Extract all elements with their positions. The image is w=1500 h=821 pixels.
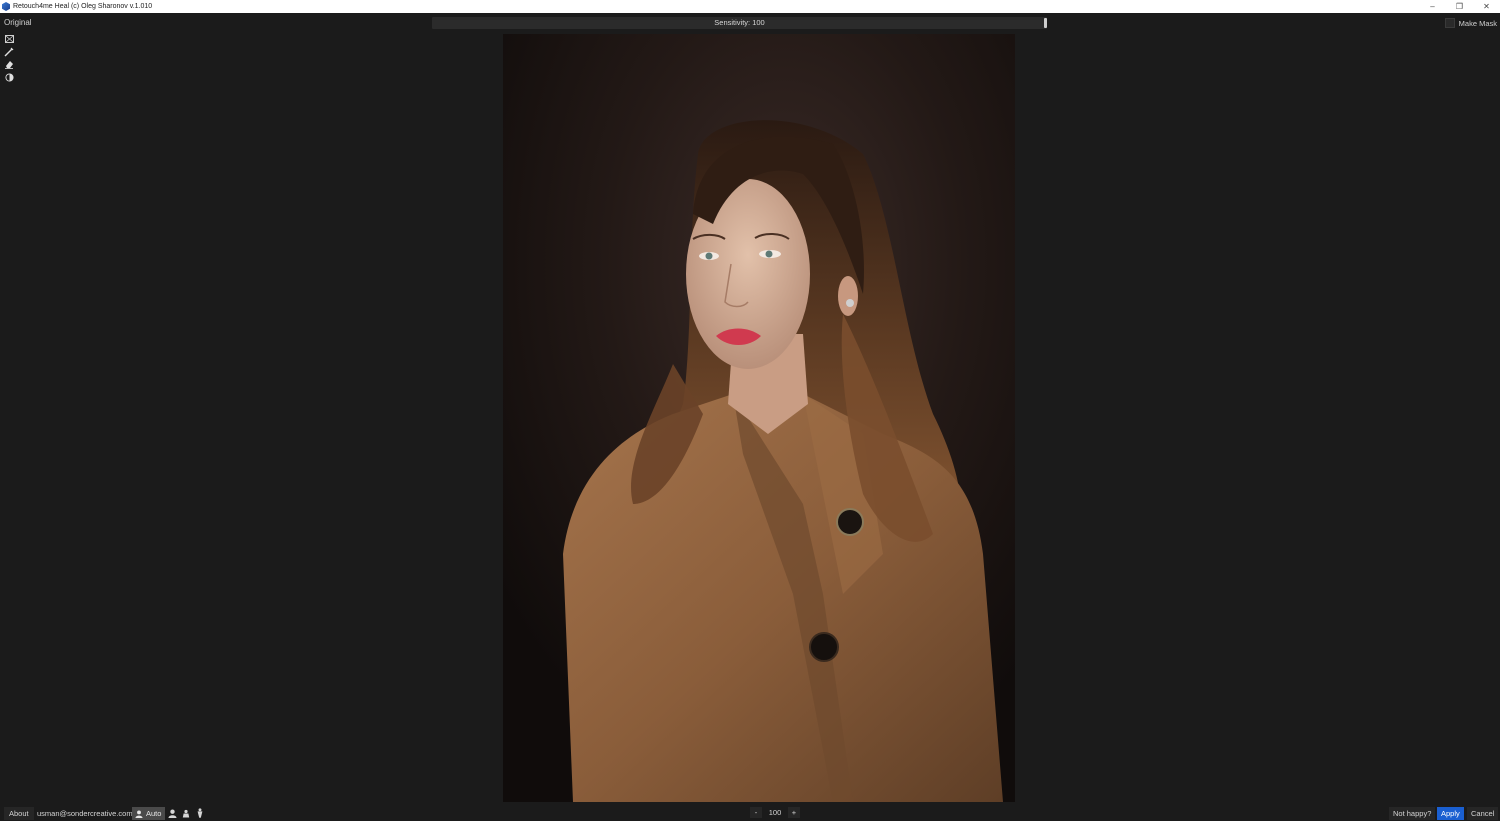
brush-icon[interactable] (4, 47, 14, 57)
zoom-out-button[interactable]: - (750, 807, 762, 818)
title-bar: Retouch4me Heal (c) Oleg Sharonov v.1.01… (0, 0, 1500, 13)
contrast-icon[interactable] (4, 72, 14, 82)
auto-mode-button[interactable]: Auto (132, 807, 166, 820)
make-mask-label: Make Mask (1458, 18, 1497, 28)
sensitivity-label: Sensitivity: 100 (714, 18, 765, 27)
zoom-control: - 100 + (750, 807, 800, 818)
tool-palette (4, 34, 16, 85)
window-title: Retouch4me Heal (c) Oleg Sharonov v.1.01… (13, 3, 153, 10)
close-button[interactable]: ✕ (1473, 0, 1500, 13)
make-mask-option[interactable]: Make Mask (1444, 18, 1497, 28)
half-body-mode-icon[interactable] (181, 808, 191, 818)
portrait-image (503, 34, 1015, 802)
not-happy-button[interactable]: Not happy? (1389, 807, 1436, 820)
zoom-value[interactable]: 100 (766, 808, 784, 817)
full-body-mode-icon[interactable] (195, 808, 205, 818)
zoom-in-button[interactable]: + (788, 807, 800, 818)
restore-button[interactable]: ❐ (1446, 0, 1473, 13)
app-logo-icon (2, 2, 10, 11)
original-toggle-button[interactable]: Original (4, 18, 32, 27)
bottom-bar: About usman@sondercreative.com Auto - 10… (0, 805, 1500, 821)
account-email: usman@sondercreative.com (37, 809, 133, 818)
eraser-icon[interactable] (4, 59, 14, 70)
minimize-button[interactable]: – (1419, 0, 1446, 13)
make-mask-checkbox[interactable] (1444, 18, 1455, 28)
sensitivity-slider[interactable]: Sensitivity: 100 (432, 17, 1047, 29)
portrait-mode-icon[interactable] (167, 808, 177, 818)
compare-icon[interactable] (4, 34, 14, 44)
about-button[interactable]: About (4, 807, 34, 820)
cancel-button[interactable]: Cancel (1467, 807, 1499, 820)
photo-canvas[interactable] (503, 34, 1015, 802)
person-icon (135, 809, 143, 818)
sensitivity-slider-handle[interactable] (1044, 18, 1047, 28)
auto-mode-label: Auto (146, 809, 162, 818)
window-controls: – ❐ ✕ (1419, 0, 1500, 13)
apply-button[interactable]: Apply (1437, 807, 1464, 820)
